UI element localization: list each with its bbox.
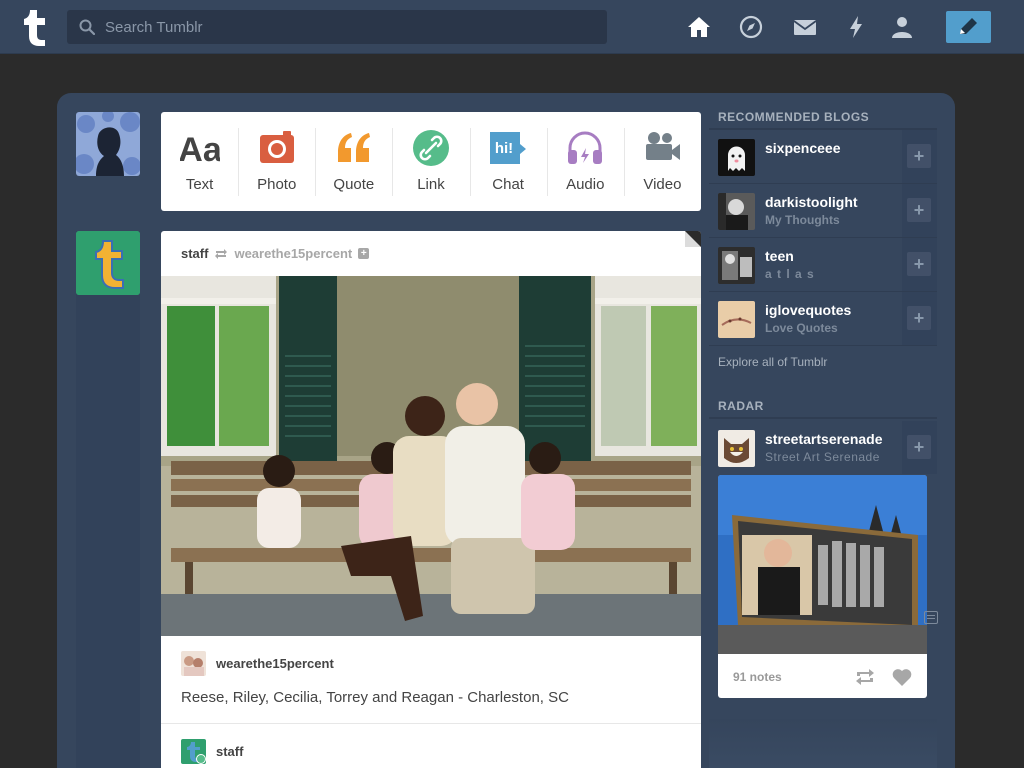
- radar-blog-item[interactable]: streetartserenade Street Art Serenade +: [709, 421, 937, 475]
- recommended-blog-item[interactable]: iglovequotes Love Quotes +: [709, 292, 937, 346]
- follow-plus-icon[interactable]: +: [358, 248, 370, 259]
- activity-icon[interactable]: [843, 14, 869, 40]
- pencil-icon: [960, 18, 977, 34]
- reblog-source-name[interactable]: wearethe15percent: [216, 656, 334, 671]
- home-icon[interactable]: [686, 14, 712, 40]
- post-quote-button[interactable]: Quote: [315, 112, 392, 211]
- inbox-icon[interactable]: [792, 14, 818, 40]
- post-photo[interactable]: [161, 276, 701, 636]
- blog-name[interactable]: iglovequotes: [765, 302, 851, 318]
- camera-icon: [259, 131, 294, 163]
- post-fold-corner: [685, 231, 701, 247]
- chat-icon: hi!: [490, 132, 527, 164]
- post-audio-label: Audio: [566, 176, 605, 193]
- radar-title: RADAR: [718, 399, 764, 413]
- follow-plus-icon[interactable]: +: [907, 144, 931, 168]
- text-icon: Aa: [180, 131, 220, 168]
- blog-avatar[interactable]: [718, 139, 755, 176]
- sidebar-bottom-area: [709, 719, 937, 768]
- recommended-blog-item[interactable]: teen a t l a s +: [709, 238, 937, 292]
- search-input[interactable]: [105, 10, 595, 44]
- top-navigation-bar: [0, 0, 1024, 54]
- explore-icon[interactable]: [738, 14, 764, 40]
- explore-all-link[interactable]: Explore all of Tumblr: [718, 355, 827, 369]
- follow-button-area: +: [902, 238, 937, 291]
- heart-icon[interactable]: [891, 667, 913, 687]
- post-link-button[interactable]: Link: [392, 112, 469, 211]
- follow-plus-icon[interactable]: +: [907, 198, 931, 222]
- search-box[interactable]: [67, 10, 607, 44]
- follow-plus-icon[interactable]: +: [907, 252, 931, 276]
- post-avatar-column: [76, 231, 140, 768]
- post-photo-label: Photo: [257, 176, 297, 193]
- follow-button-area: +: [902, 184, 937, 237]
- post-link-label: Link: [417, 176, 445, 193]
- tumblr-logo-icon[interactable]: [14, 6, 54, 48]
- post-video-button[interactable]: Video: [623, 112, 701, 211]
- radar-blog-avatar[interactable]: [718, 430, 755, 467]
- blog-subtitle: My Thoughts: [765, 213, 840, 227]
- recommended-blogs-title: RECOMMENDED BLOGS: [718, 110, 870, 124]
- post-quote-label: Quote: [333, 176, 375, 193]
- quote-icon: [337, 133, 370, 162]
- blog-name[interactable]: sixpenceee: [765, 140, 841, 156]
- post-header: staff wearethe15percent +: [181, 246, 370, 261]
- post-text-label: Text: [185, 176, 214, 193]
- recommended-blog-item[interactable]: darkistoolight My Thoughts +: [709, 184, 937, 238]
- blog-name[interactable]: darkistoolight: [765, 194, 858, 210]
- reblogged-from-link[interactable]: wearethe15percent: [234, 246, 352, 261]
- blog-avatar[interactable]: [718, 193, 755, 230]
- radar-rule: [709, 417, 937, 419]
- radar-blog-subtitle: Street Art Serenade: [765, 450, 880, 464]
- compose-button[interactable]: [946, 11, 991, 43]
- radar-blog-name[interactable]: streetartserenade: [765, 431, 883, 447]
- account-icon[interactable]: [889, 14, 915, 40]
- radar-post-card: 91 notes: [718, 475, 927, 698]
- post-caption: Reese, Riley, Cecilia, Torrey and Reagan…: [181, 689, 569, 706]
- follow-plus-icon[interactable]: +: [907, 435, 931, 459]
- svg-text:hi!: hi!: [495, 140, 513, 157]
- post-text-button[interactable]: Aa Text: [161, 112, 238, 211]
- post-divider: [161, 723, 701, 724]
- reblog-source-avatar[interactable]: [181, 651, 206, 676]
- reblog-icon[interactable]: [854, 667, 876, 687]
- follow-button-area: +: [902, 292, 937, 345]
- post-chat-label: Chat: [492, 176, 524, 193]
- blog-avatar[interactable]: [718, 301, 755, 338]
- video-camera-icon: [646, 132, 681, 160]
- post-photo-button[interactable]: Photo: [238, 112, 315, 211]
- search-icon: [79, 19, 95, 35]
- dashboard-post: staff wearethe15percent + wearethe15perc…: [161, 231, 701, 768]
- reblog-source-row: wearethe15percent: [181, 651, 334, 676]
- next-reblog-row: staff: [181, 739, 243, 764]
- blog-avatar[interactable]: [718, 247, 755, 284]
- post-type-bar: Aa Text Photo Quote Link hi! Chat Audio …: [161, 112, 701, 211]
- post-author-link[interactable]: staff: [181, 246, 208, 261]
- follow-plus-icon[interactable]: +: [907, 306, 931, 330]
- post-audio-button[interactable]: Audio: [546, 112, 624, 211]
- blog-subtitle: a t l a s: [765, 267, 815, 281]
- post-chat-button[interactable]: hi! Chat: [469, 112, 547, 211]
- svg-text:Aa: Aa: [180, 131, 220, 168]
- next-reblog-avatar[interactable]: [181, 739, 206, 764]
- user-avatar[interactable]: [76, 112, 140, 176]
- post-video-label: Video: [643, 176, 682, 193]
- headphones-icon: [568, 131, 603, 164]
- follow-button-area: +: [902, 130, 937, 183]
- reblog-icon: [215, 248, 228, 259]
- link-icon: [412, 130, 449, 166]
- blog-name[interactable]: teen: [765, 248, 794, 264]
- keyboard-icon[interactable]: [924, 611, 938, 624]
- notes-count[interactable]: 91 notes: [733, 670, 782, 684]
- staff-avatar[interactable]: [76, 231, 140, 295]
- blog-subtitle: Love Quotes: [765, 321, 838, 335]
- recommended-blog-item[interactable]: sixpenceee +: [709, 130, 937, 184]
- follow-button-area: +: [902, 421, 937, 474]
- next-reblogger-name[interactable]: staff: [216, 744, 243, 759]
- radar-photo[interactable]: [718, 475, 927, 654]
